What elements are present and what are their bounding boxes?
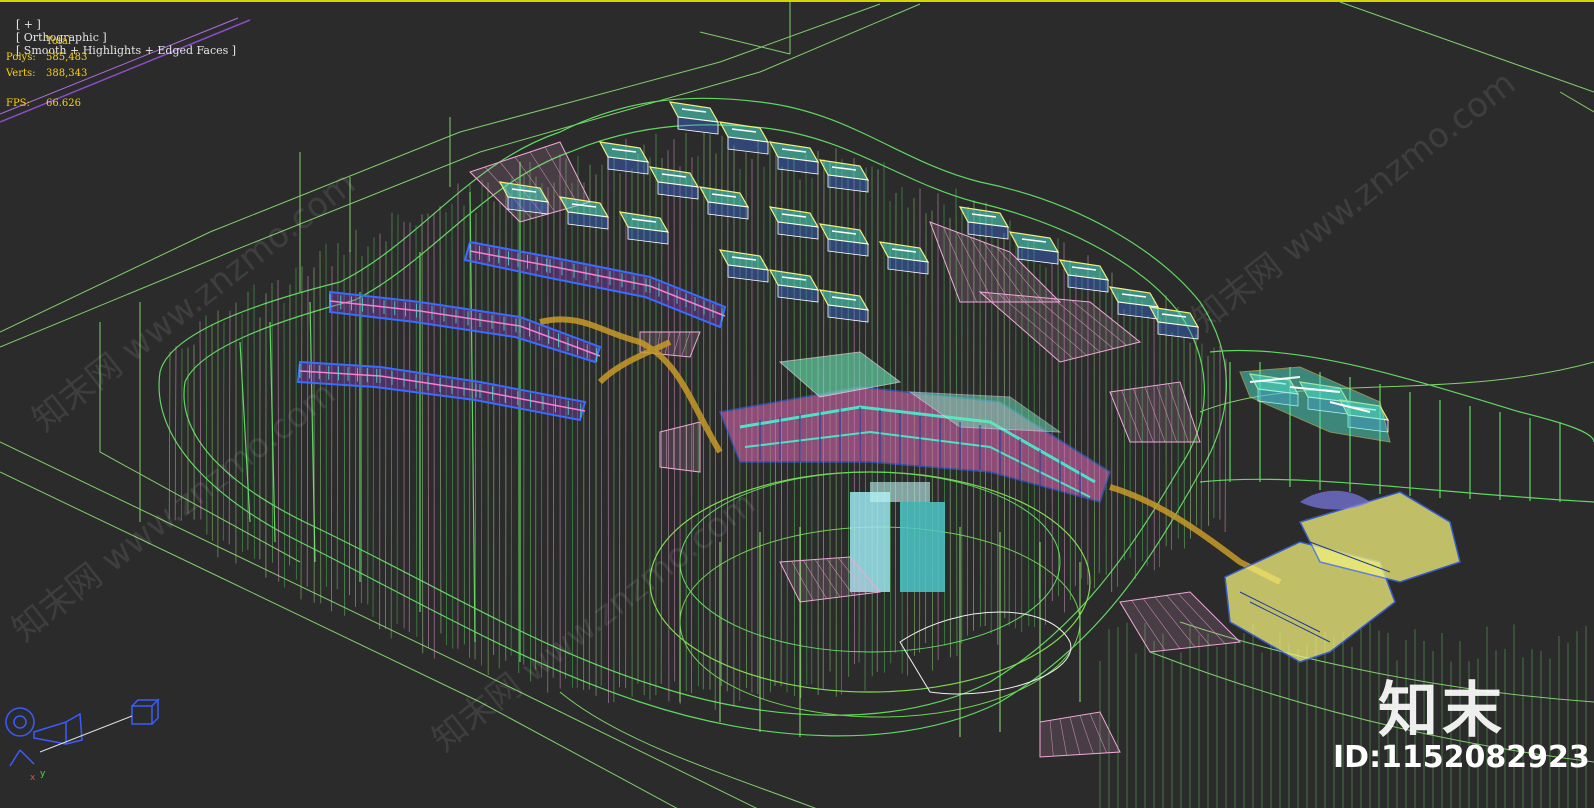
villa bbox=[878, 241, 930, 275]
stats-polys-value: 585,483 bbox=[46, 52, 88, 63]
villa bbox=[618, 211, 670, 245]
stats-total-label: Total bbox=[46, 36, 72, 47]
wire-line bbox=[396, 214, 399, 624]
wire-line bbox=[319, 250, 322, 604]
villa bbox=[1108, 286, 1160, 320]
wire-line bbox=[498, 201, 501, 669]
stats-verts: Verts: 388,343 bbox=[6, 66, 87, 82]
wire-line bbox=[390, 212, 393, 639]
wire-line bbox=[427, 213, 429, 648]
wire-line bbox=[439, 206, 442, 634]
villa bbox=[958, 206, 1010, 240]
watermark-logo: 知末 bbox=[1378, 676, 1506, 746]
stats-verts-value: 388,343 bbox=[46, 68, 88, 79]
villa bbox=[768, 269, 820, 303]
stats-fps-label: FPS: bbox=[6, 98, 30, 109]
viewport-statistics: Total Polys: 585,483 Verts: 388,343 FPS:… bbox=[6, 34, 87, 112]
villa bbox=[768, 141, 820, 175]
stats-polys: Polys: 585,483 bbox=[6, 50, 87, 66]
wireframe-scene[interactable] bbox=[0, 2, 1594, 808]
wire-line bbox=[510, 175, 513, 656]
camera-gizmo-icon[interactable]: x y bbox=[0, 692, 170, 792]
villa bbox=[648, 166, 700, 200]
wire-line bbox=[331, 266, 333, 612]
stats-polys-label: Polys: bbox=[6, 52, 36, 63]
villa bbox=[818, 223, 870, 257]
villa bbox=[668, 101, 720, 135]
pink-mesh bbox=[1109, 381, 1201, 443]
wire-line bbox=[415, 225, 418, 637]
watermark-id: ID:1152082923 bbox=[1333, 740, 1590, 775]
villa bbox=[698, 186, 750, 220]
wire-line bbox=[529, 161, 532, 682]
viewport-orthographic[interactable]: 知末网 www.znzmo.com 知末网 www.znzmo.com 知末网 … bbox=[0, 0, 1594, 808]
main-hall-building[interactable] bbox=[718, 351, 1111, 503]
wire-line bbox=[474, 212, 477, 660]
wire-line bbox=[1200, 343, 1203, 534]
villa bbox=[818, 159, 870, 193]
wire-line bbox=[451, 203, 454, 649]
wire-line bbox=[720, 135, 723, 686]
wire-line bbox=[673, 139, 676, 682]
villa bbox=[718, 121, 770, 155]
wire-line bbox=[445, 212, 447, 646]
wire-line bbox=[714, 153, 717, 711]
wire-line bbox=[355, 229, 357, 607]
villa bbox=[718, 249, 770, 283]
stats-fps: FPS: 66.626 bbox=[6, 96, 87, 112]
wire-line bbox=[372, 237, 375, 617]
pink-mesh bbox=[1039, 711, 1121, 758]
terrain-vertical-wires bbox=[168, 132, 1587, 808]
villa bbox=[818, 289, 870, 323]
wire-line bbox=[228, 310, 231, 545]
wire-line bbox=[408, 222, 411, 633]
wire-line bbox=[1063, 242, 1066, 613]
villa bbox=[1058, 259, 1110, 293]
wire-line bbox=[1207, 355, 1210, 526]
villa bbox=[598, 141, 650, 175]
stats-fps-value: 66.626 bbox=[46, 98, 81, 109]
terrace-building bbox=[329, 290, 602, 364]
villa bbox=[558, 196, 610, 230]
svg-text:y: y bbox=[40, 769, 46, 779]
wire-line bbox=[421, 214, 424, 654]
wire-line bbox=[1057, 238, 1059, 597]
stats-verts-label: Verts: bbox=[6, 68, 36, 79]
viewport-menu-plus[interactable]: [ + ] bbox=[16, 18, 41, 31]
pink-mesh bbox=[1119, 591, 1242, 653]
wire-line bbox=[1123, 309, 1126, 561]
wire-line bbox=[222, 322, 225, 541]
wire-line bbox=[1224, 358, 1227, 533]
svg-text:x: x bbox=[30, 773, 36, 783]
villa bbox=[768, 206, 820, 240]
